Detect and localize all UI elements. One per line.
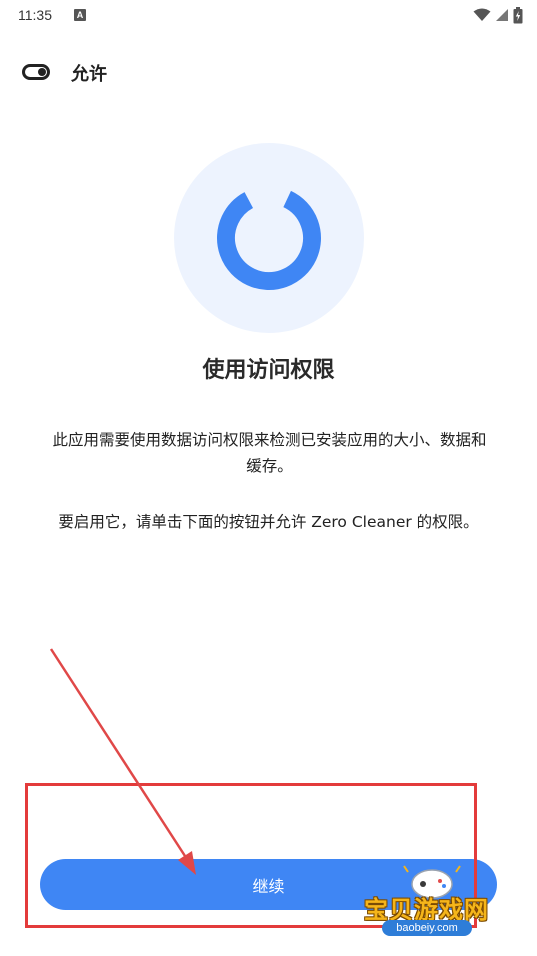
toolbar: 允许 bbox=[0, 52, 537, 92]
page-title: 使用访问权限 bbox=[202, 358, 335, 383]
status-time: 11:35 bbox=[18, 7, 52, 23]
status-bar: 11:35 A bbox=[0, 0, 537, 32]
wifi-icon bbox=[473, 8, 491, 21]
battery-charging-icon bbox=[513, 6, 523, 23]
toggle-switch-icon[interactable] bbox=[22, 64, 50, 80]
toolbar-title: 允许 bbox=[71, 64, 107, 85]
notification-a-icon: A bbox=[74, 9, 86, 21]
description-text: 此应用需要使用数据访问权限来检测已安装应用的大小、数据和缓存。 bbox=[52, 431, 487, 475]
storage-ring-icon bbox=[217, 186, 321, 290]
status-icons bbox=[473, 6, 523, 24]
instruction-text: 要启用它，请单击下面的按钮并允许 Zero Cleaner 的权限。 bbox=[58, 513, 479, 531]
signal-icon bbox=[496, 9, 508, 21]
watermark-url: baobeiy.com bbox=[382, 920, 472, 936]
watermark: 宝贝游戏网 baobeiy.com bbox=[360, 860, 510, 944]
hero-illustration bbox=[174, 143, 364, 333]
